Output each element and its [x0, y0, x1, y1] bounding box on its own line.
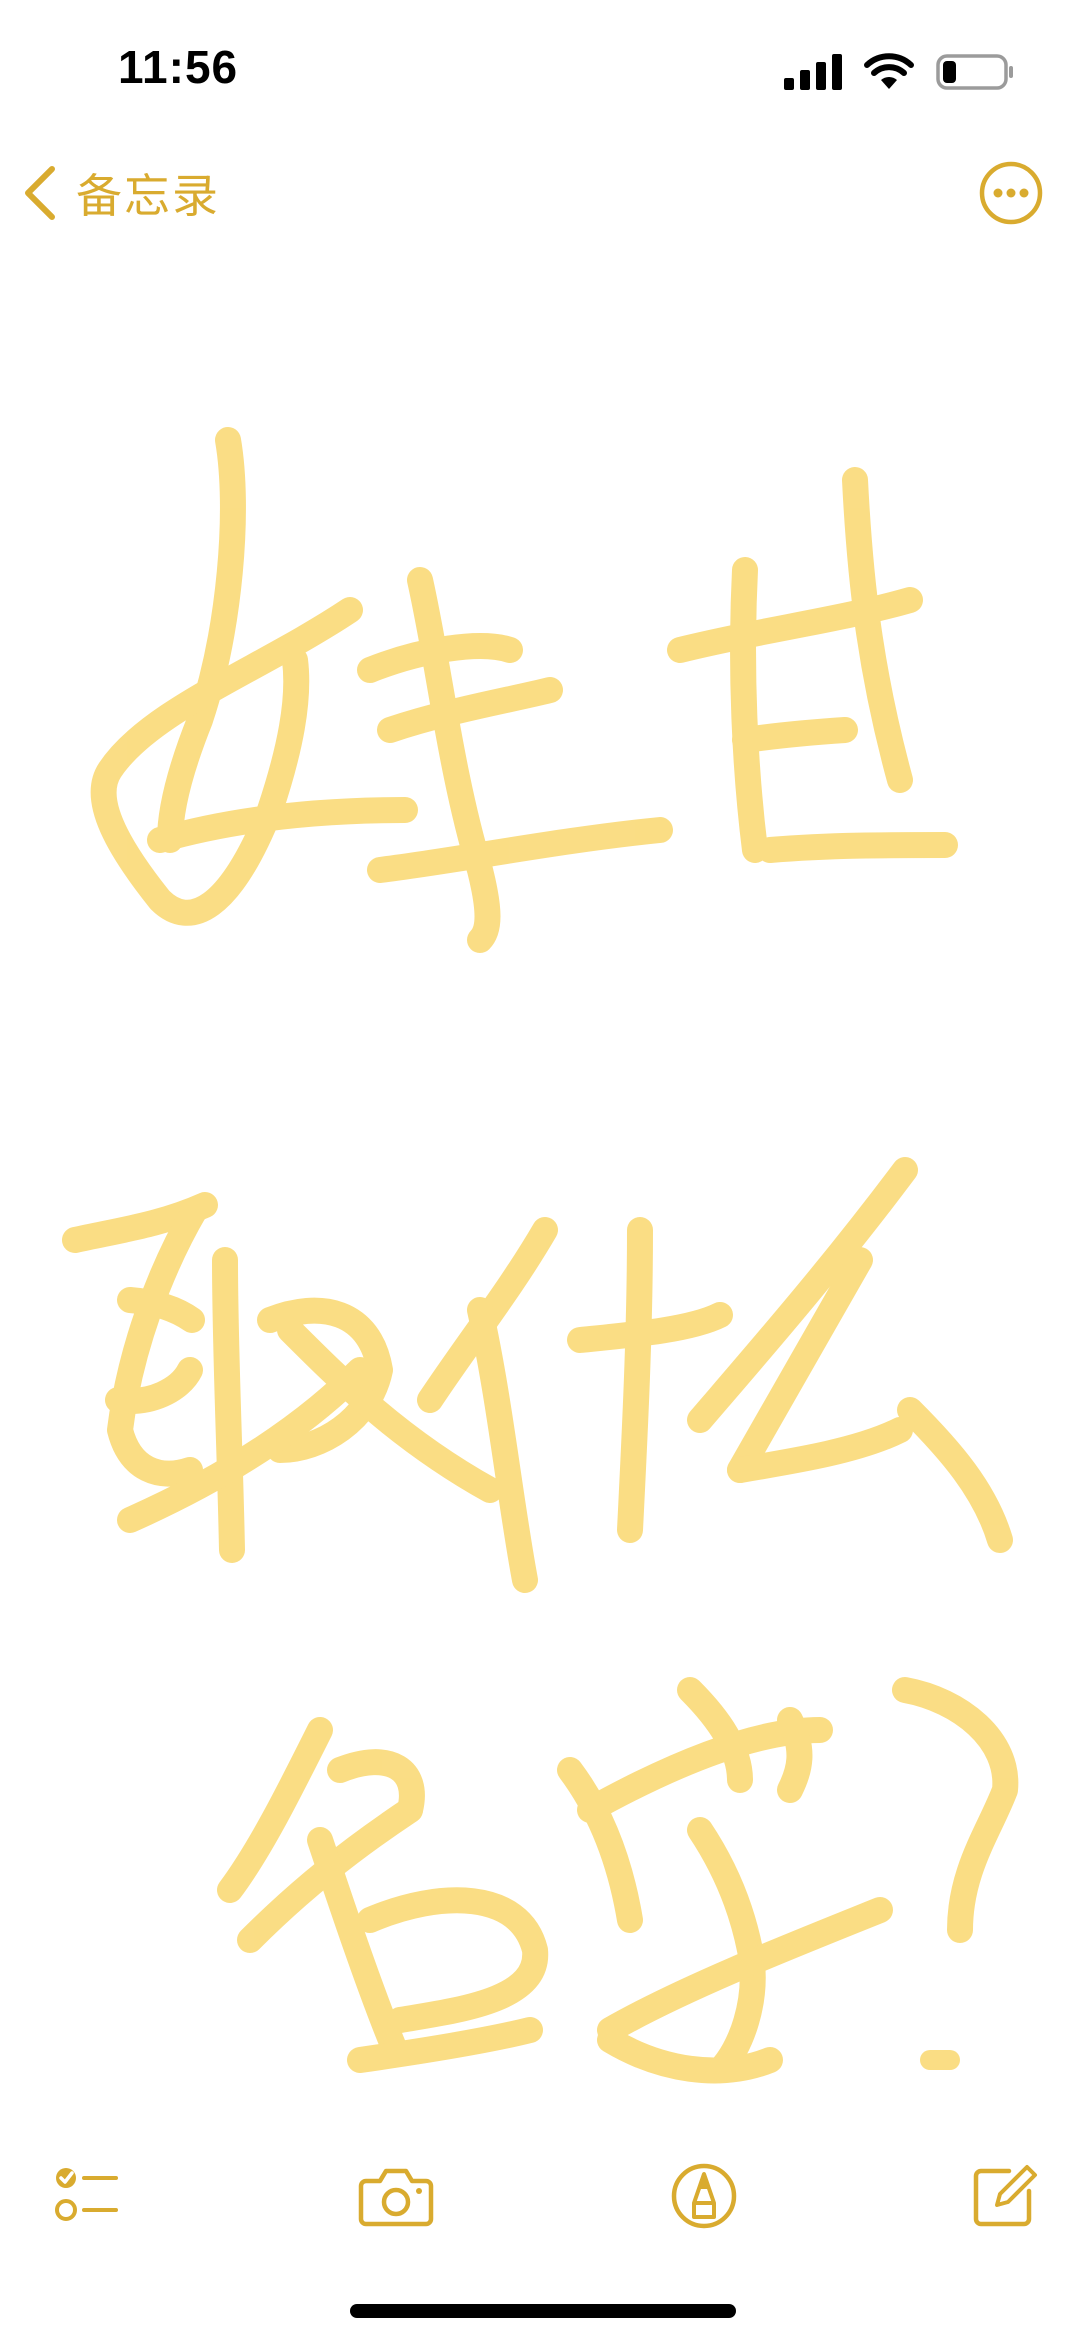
handwriting-line-3 — [217, 1677, 1019, 2084]
ellipsis-circle-icon — [979, 161, 1043, 225]
compose-button[interactable] — [964, 2156, 1044, 2236]
status-icons — [784, 50, 1016, 94]
checklist-button[interactable] — [46, 2156, 126, 2236]
checklist-icon — [55, 2168, 118, 2221]
back-button[interactable]: 备忘录 — [22, 158, 220, 228]
cellular-signal-icon — [784, 54, 842, 90]
wifi-icon — [864, 53, 914, 89]
status-time: 11:56 — [118, 41, 239, 93]
handwriting-line-2 — [62, 1157, 1013, 1593]
camera-icon — [358, 2168, 434, 2227]
handwriting-line-1 — [90, 427, 958, 953]
notes-screen: 11:56 备忘录 — [0, 0, 1080, 2337]
markup-pen-icon — [671, 2163, 737, 2229]
nav-bar: 备忘录 — [0, 140, 1080, 250]
markup-button[interactable] — [664, 2156, 744, 2236]
home-indicator[interactable] — [350, 2304, 736, 2318]
camera-button[interactable] — [356, 2156, 436, 2236]
more-button[interactable] — [978, 160, 1044, 226]
compose-icon — [973, 2165, 1037, 2227]
chevron-left-icon — [25, 166, 55, 220]
battery-icon — [936, 54, 1013, 90]
status-bar: 11:56 — [0, 0, 1080, 140]
bottom-toolbar — [0, 2140, 1080, 2250]
handwriting-drawing[interactable] — [0, 250, 1080, 2100]
back-label: 备忘录 — [76, 169, 220, 223]
